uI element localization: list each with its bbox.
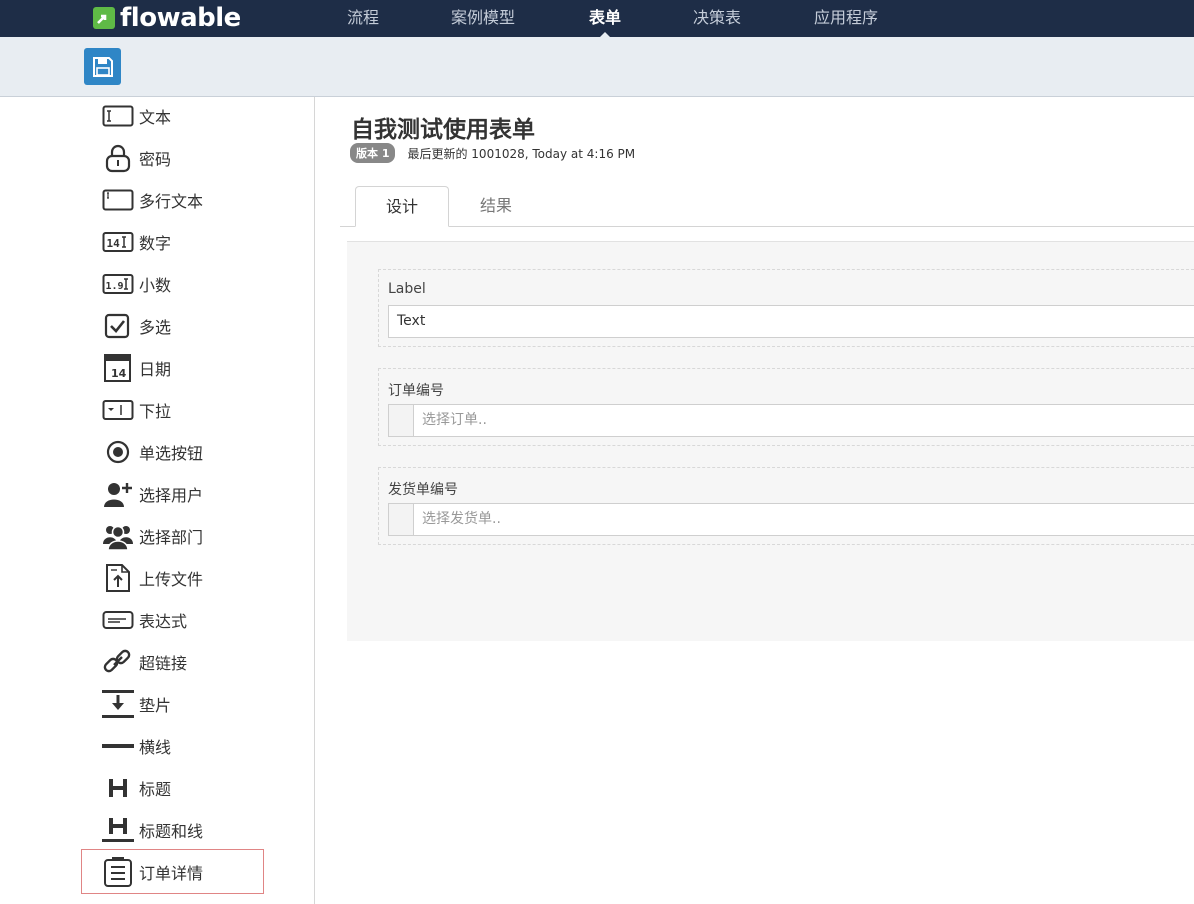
- palette-item-upload-file[interactable]: 上传文件: [102, 563, 203, 593]
- integer-icon: 14: [102, 227, 134, 257]
- palette-item-label: 横线: [139, 738, 172, 757]
- nav-item-forms[interactable]: 表单: [589, 0, 622, 38]
- palette-item-label: 小数: [139, 276, 172, 295]
- field-palette: 文本 密码 多行文本 14 数字 1.9 小数 多选 14 日期 下拉 单选按钮…: [0, 97, 315, 904]
- palette-item-hyperlink[interactable]: 超链接: [102, 647, 187, 677]
- palette-item-label: 选择部门: [139, 528, 204, 547]
- palette-item-label: 文本: [139, 108, 172, 127]
- palette-item-label: 超链接: [139, 654, 188, 673]
- user-add-icon: [102, 479, 134, 509]
- palette-item-label: 选择用户: [139, 486, 204, 505]
- group-icon: [102, 521, 134, 551]
- svg-text:1.9: 1.9: [106, 281, 124, 292]
- palette-item-label: 数字: [139, 234, 172, 253]
- multiline-text-icon: [102, 185, 134, 215]
- calendar-icon: 14: [102, 353, 134, 383]
- nav-item-case-model[interactable]: 案例模型: [451, 0, 515, 37]
- field-label: 发货单编号: [388, 482, 458, 498]
- nav-item-apps[interactable]: 应用程序: [814, 0, 878, 37]
- form-field-shipment-number[interactable]: 发货单编号 选择发货单..: [378, 467, 1194, 545]
- svg-text:14: 14: [107, 237, 121, 250]
- form-field-text[interactable]: Label Text: [378, 269, 1194, 347]
- palette-item-select-department[interactable]: 选择部门: [102, 521, 203, 551]
- heading-icon: [102, 773, 134, 803]
- tab-design[interactable]: 设计: [355, 186, 449, 227]
- field-label: Label: [388, 281, 426, 297]
- shipment-select-input[interactable]: 选择发货单..: [388, 503, 1194, 536]
- heading-line-icon: [102, 815, 134, 845]
- nav-item-decision-table[interactable]: 决策表: [693, 0, 741, 37]
- palette-item-select-user[interactable]: 选择用户: [102, 479, 203, 509]
- palette-item-checkbox[interactable]: 多选: [102, 311, 171, 341]
- order-select-placeholder: 选择订单..: [422, 412, 487, 428]
- palette-item-label: 垫片: [139, 696, 172, 715]
- palette-item-label: 下拉: [139, 402, 172, 421]
- palette-item-label: 标题和线: [139, 822, 204, 841]
- shipment-select-placeholder: 选择发货单..: [422, 511, 501, 527]
- form-meta: 版本 1 最后更新的 1001028, Today at 4:16 PM: [350, 143, 635, 163]
- dropdown-icon: [102, 395, 134, 425]
- palette-item-horizontal-line[interactable]: 横线: [102, 731, 171, 761]
- input-addon: [389, 405, 414, 436]
- palette-item-dropdown[interactable]: 下拉: [102, 395, 171, 425]
- palette-item-label: 多选: [139, 318, 172, 337]
- tab-results[interactable]: 结果: [449, 186, 543, 227]
- palette-item-date[interactable]: 14 日期: [102, 353, 171, 383]
- palette-item-label: 日期: [139, 360, 172, 379]
- last-updated-text: 最后更新的 1001028, Today at 4:16 PM: [407, 146, 636, 161]
- floppy-disk-icon: [92, 56, 113, 77]
- palette-item-label: 多行文本: [139, 192, 204, 211]
- order-select-input[interactable]: 选择订单..: [388, 404, 1194, 437]
- form-title: 自我测试使用表单: [351, 117, 535, 143]
- top-navbar: flowable 流程 案例模型 表单 决策表 应用程序: [0, 0, 1194, 38]
- horizontal-line-icon: [102, 731, 134, 761]
- editor-toolbar: [0, 37, 1194, 97]
- palette-item-label: 标题: [139, 780, 172, 799]
- lock-icon: [102, 143, 134, 173]
- palette-item-label: 订单详情: [139, 864, 204, 883]
- svg-text:14: 14: [111, 367, 127, 380]
- flowable-logo[interactable]: flowable: [92, 3, 241, 33]
- flowable-logo-icon: [93, 7, 115, 29]
- save-button[interactable]: [84, 48, 121, 85]
- clipboard-list-icon: [102, 857, 134, 887]
- palette-item-radio[interactable]: 单选按钮: [102, 437, 203, 467]
- decimal-icon: 1.9: [102, 269, 134, 299]
- palette-item-decimal[interactable]: 1.9 小数: [102, 269, 171, 299]
- palette-item-label: 上传文件: [139, 570, 204, 589]
- palette-item-password[interactable]: 密码: [102, 143, 171, 173]
- palette-item-heading[interactable]: 标题: [102, 773, 171, 803]
- logo-text: flowable: [120, 3, 241, 33]
- radio-icon: [102, 437, 134, 467]
- text-field-icon: [102, 101, 134, 131]
- palette-item-multiline-text[interactable]: 多行文本: [102, 185, 203, 215]
- input-addon: [389, 504, 414, 535]
- spacer-icon: [102, 689, 134, 719]
- palette-item-text[interactable]: 文本: [102, 101, 171, 131]
- checkbox-icon: [102, 311, 134, 341]
- text-input[interactable]: Text: [388, 305, 1194, 338]
- palette-item-label: 密码: [139, 150, 172, 169]
- palette-item-spacer[interactable]: 垫片: [102, 689, 171, 719]
- palette-item-order-details[interactable]: 订单详情: [102, 857, 203, 887]
- nav-item-forms-label: 表单: [589, 8, 622, 27]
- palette-item-label: 单选按钮: [139, 444, 204, 463]
- palette-item-integer[interactable]: 14 数字: [102, 227, 171, 257]
- palette-item-label: 表达式: [139, 612, 188, 631]
- nav-item-process[interactable]: 流程: [347, 0, 379, 37]
- form-field-order-number[interactable]: 订单编号 选择订单..: [378, 368, 1194, 446]
- palette-item-heading-with-line[interactable]: 标题和线: [102, 815, 203, 845]
- upload-file-icon: [102, 563, 134, 593]
- version-badge: 版本 1: [350, 143, 396, 163]
- expression-icon: [102, 605, 134, 635]
- palette-item-expression[interactable]: 表达式: [102, 605, 187, 635]
- link-icon: [102, 647, 134, 677]
- field-label: 订单编号: [388, 383, 444, 399]
